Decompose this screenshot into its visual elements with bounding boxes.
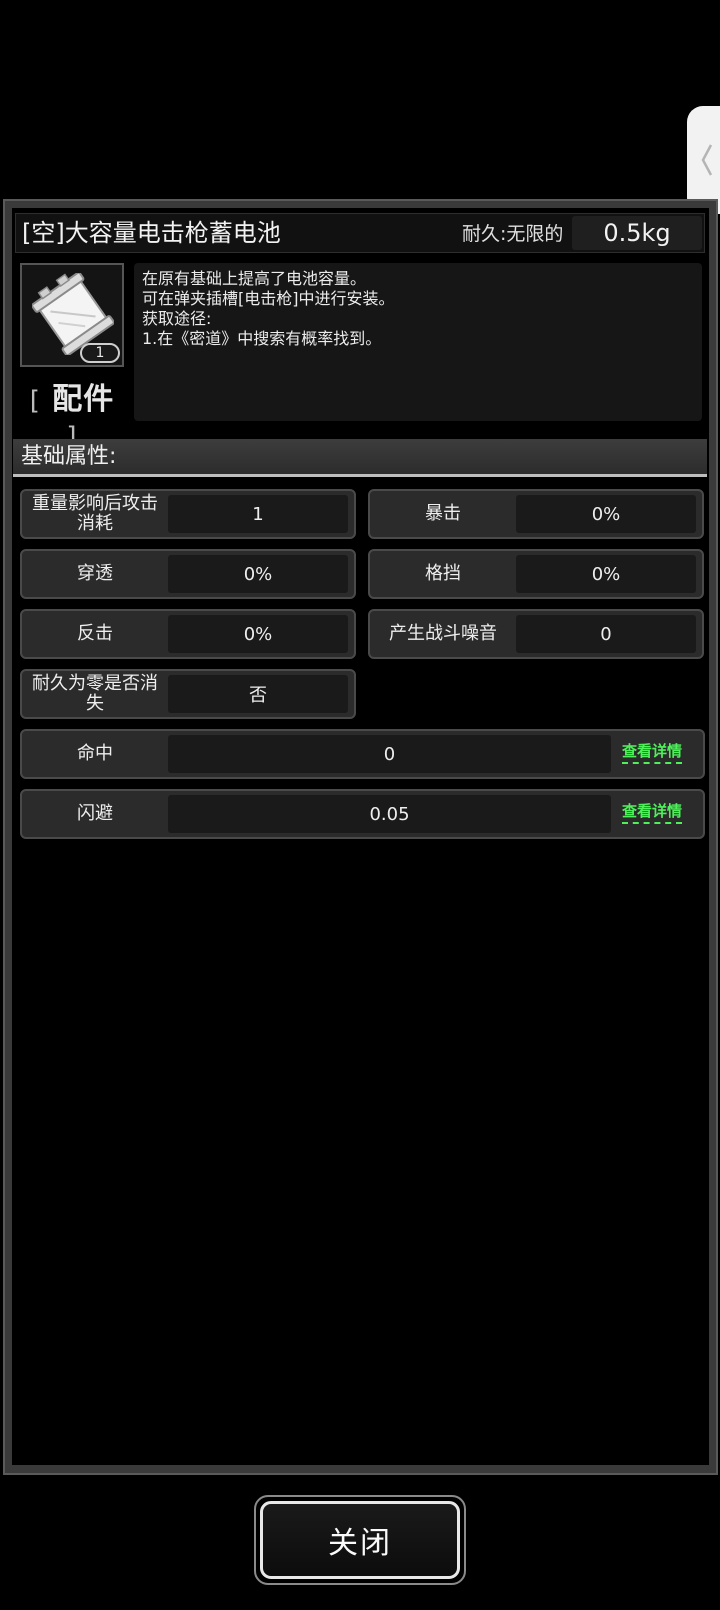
attr-accuracy: 命中 0 查看详情 [20,729,705,779]
close-button[interactable]: 关闭 [260,1501,460,1579]
description-line: 在原有基础上提高了电池容量。 [142,269,367,288]
description-line: 可在弹夹插槽[电击枪]中进行安装。 [142,289,395,308]
attr-value: 0 [516,615,696,653]
attr-dodge: 闪避 0.05 查看详情 [20,789,705,839]
item-count-badge: 1 [80,343,120,363]
description-line: 1.在《密道》中搜索有概率找到。 [142,329,382,348]
attr-value: 0 [168,735,611,773]
attr-label: 命中 [77,743,113,764]
durability-label: 耐久:无限的 [462,223,564,245]
title-bar: [空]大容量电击枪蓄电池 耐久:无限的 0.5kg [15,213,705,253]
attr-battle-noise: 产生战斗噪音 0 [368,609,704,659]
description-line: 获取途径: [142,309,212,328]
item-type-text: 配件 [52,382,115,417]
weight-value: 0.5kg [572,216,702,250]
attr-label: 反击 [77,623,113,644]
screen: [空]大容量电击枪蓄电池 耐久:无限的 0.5kg 1 [配件] 在原有基础… [0,0,720,1610]
attr-label: 暴击 [425,503,461,524]
item-title: [空]大容量电击枪蓄电池 [22,219,281,247]
item-detail-panel: [空]大容量电击枪蓄电池 耐久:无限的 0.5kg 1 [配件] 在原有基础… [3,199,718,1475]
attr-label: 格挡 [425,563,461,584]
view-details-link-dodge[interactable]: 查看详情 [622,801,683,824]
item-detail-content: [空]大容量电击枪蓄电池 耐久:无限的 0.5kg 1 [配件] 在原有基础… [12,208,709,1465]
section-title: 基础属性: [21,444,117,469]
attr-label: 穿透 [77,563,113,584]
attr-label: 重量影响后攻击消耗 [32,493,158,534]
close-button-frame: 关闭 [254,1495,466,1585]
attr-disappear-on-zero-durability: 耐久为零是否消失 否 [20,669,356,719]
view-details-link-accuracy[interactable]: 查看详情 [622,741,683,764]
type-bracket-open: [ [29,386,41,416]
attr-label: 闪避 [77,803,113,824]
attr-penetration: 穿透 0% [20,549,356,599]
attr-value: 1 [168,495,348,533]
side-drawer-tab[interactable] [687,106,720,214]
attr-block: 格挡 0% [368,549,704,599]
attr-value: 否 [168,675,348,713]
section-header-basic-attributes: 基础属性: [13,439,707,477]
attr-value: 0% [516,555,696,593]
attr-critical: 暴击 0% [368,489,704,539]
attr-value: 0% [168,555,348,593]
item-icon-slot[interactable]: 1 [20,263,124,367]
attr-value: 0% [168,615,348,653]
attr-counterattack: 反击 0% [20,609,356,659]
attr-label: 产生战斗噪音 [389,623,497,644]
attr-weight-attack-cost: 重量影响后攻击消耗 1 [20,489,356,539]
chevron-left-icon [701,144,713,176]
attr-label: 耐久为零是否消失 [32,673,158,714]
item-description: 在原有基础上提高了电池容量。 可在弹夹插槽[电击枪]中进行安装。 获取途径: 1… [134,263,702,421]
attr-value: 0% [516,495,696,533]
attr-value: 0.05 [168,795,611,833]
